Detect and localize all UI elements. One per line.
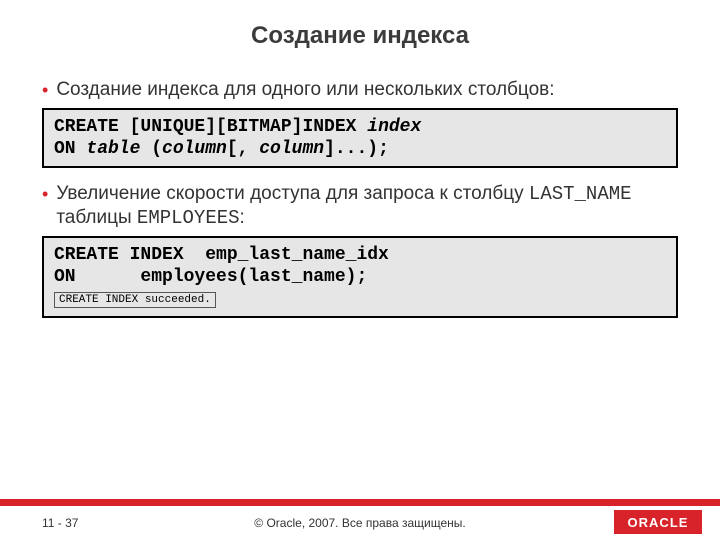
code-param: table: [86, 139, 140, 159]
page-number: 11 - 37: [42, 516, 78, 530]
copyright-text: © Oracle, 2007. Все права защищены.: [0, 516, 720, 530]
bullet-text: Увеличение скорости доступа для запроса …: [56, 182, 678, 230]
code-text: (: [140, 139, 162, 159]
bullet-text: Создание индекса для одного или нескольк…: [56, 78, 554, 102]
code-text: [,: [227, 139, 259, 159]
code-text: CREATE INDEX emp_last_name_idx ON employ…: [54, 244, 666, 288]
oracle-logo: ORACLE: [614, 510, 702, 534]
slide-content: • Создание индекса для одного или нескол…: [0, 58, 720, 318]
code-text: CREATE [UNIQUE][BITMAP]INDEX: [54, 117, 367, 137]
result-message-box: CREATE INDEX succeeded.: [54, 292, 216, 308]
code-syntax-box: CREATE [UNIQUE][BITMAP]INDEX index ON ta…: [42, 108, 678, 168]
slide: Создание индекса • Создание индекса для …: [0, 0, 720, 540]
text-fragment: :: [240, 207, 245, 228]
bullet-dot-icon: •: [42, 78, 48, 102]
bullet-item: • Увеличение скорости доступа для запрос…: [42, 182, 678, 230]
code-line: CREATE INDEX emp_last_name_idx: [54, 245, 389, 265]
bullet-item: • Создание индекса для одного или нескол…: [42, 78, 678, 102]
footer-divider-bar: [0, 499, 720, 506]
code-param: index: [367, 117, 421, 137]
inline-code: LAST_NAME: [529, 183, 632, 205]
text-fragment: таблицы: [56, 207, 137, 228]
text-fragment: Увеличение скорости доступа для запроса …: [56, 183, 529, 204]
slide-title: Создание индекса: [0, 0, 720, 58]
code-text: ]...);: [324, 139, 389, 159]
slide-footer: 11 - 37 © Oracle, 2007. Все права защище…: [0, 499, 720, 540]
bullet-dot-icon: •: [42, 182, 48, 206]
inline-code: EMPLOYEES: [137, 207, 240, 229]
footer-row: 11 - 37 © Oracle, 2007. Все права защище…: [0, 506, 720, 540]
code-example-box: CREATE INDEX emp_last_name_idx ON employ…: [42, 236, 678, 318]
code-param: column: [259, 139, 324, 159]
code-param: column: [162, 139, 227, 159]
code-line: ON employees(last_name);: [54, 267, 367, 287]
code-text: ON: [54, 139, 86, 159]
